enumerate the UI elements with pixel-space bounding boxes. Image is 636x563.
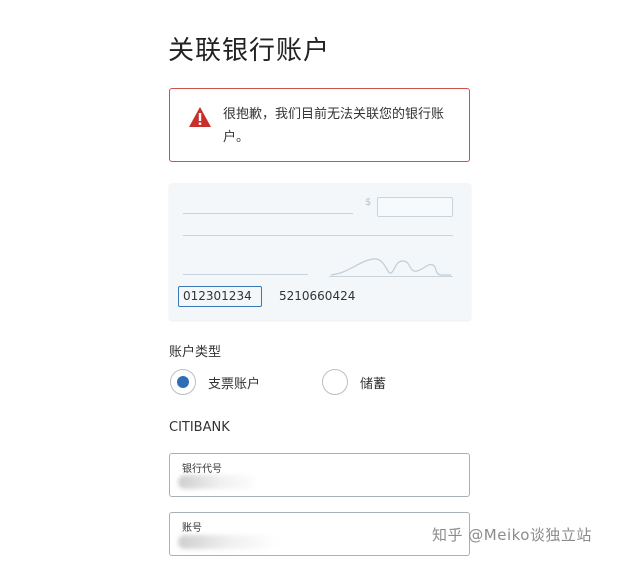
routing-number-field[interactable]: 银行代号	[169, 453, 470, 497]
radio-checking-circle[interactable]	[170, 369, 196, 395]
error-alert: 很抱歉，我们目前无法关联您的银行账户。	[169, 88, 470, 162]
account-number-field-label: 账号	[182, 523, 202, 534]
bank-name: CITIBANK	[169, 420, 230, 435]
signature-scribble	[330, 258, 451, 276]
check-signature-line	[329, 276, 453, 277]
radio-savings-label: 储蓄	[360, 376, 387, 392]
account-number-field[interactable]: 账号	[169, 512, 470, 556]
radio-checking[interactable]: 支票账户	[170, 369, 260, 395]
check-memo-line	[183, 274, 308, 275]
routing-number-highlight: 012301234	[178, 286, 262, 307]
watermark-text: 知乎 @Meiko谈独立站	[432, 526, 592, 544]
check-amount-box	[377, 197, 453, 217]
error-message: 很抱歉，我们目前无法关联您的银行账户。	[223, 107, 445, 145]
routing-number-field-label: 银行代号	[182, 464, 222, 475]
radio-savings[interactable]: 储蓄	[322, 369, 386, 395]
account-type-label: 账户类型	[169, 345, 222, 360]
check-dollar-sign: $	[365, 197, 372, 208]
check-amount-line	[183, 235, 453, 236]
radio-savings-circle[interactable]	[322, 369, 348, 395]
routing-number-blurred-value	[178, 475, 260, 489]
warning-triangle-icon	[189, 107, 211, 127]
check-account-number: 5210660424	[279, 289, 356, 303]
account-number-blurred-value	[178, 535, 278, 549]
check-payee-line	[183, 213, 353, 214]
check-illustration: $ 012301234 5210660424	[169, 183, 471, 320]
page-title: 关联银行账户	[168, 36, 331, 66]
radio-checking-label: 支票账户	[208, 376, 261, 392]
